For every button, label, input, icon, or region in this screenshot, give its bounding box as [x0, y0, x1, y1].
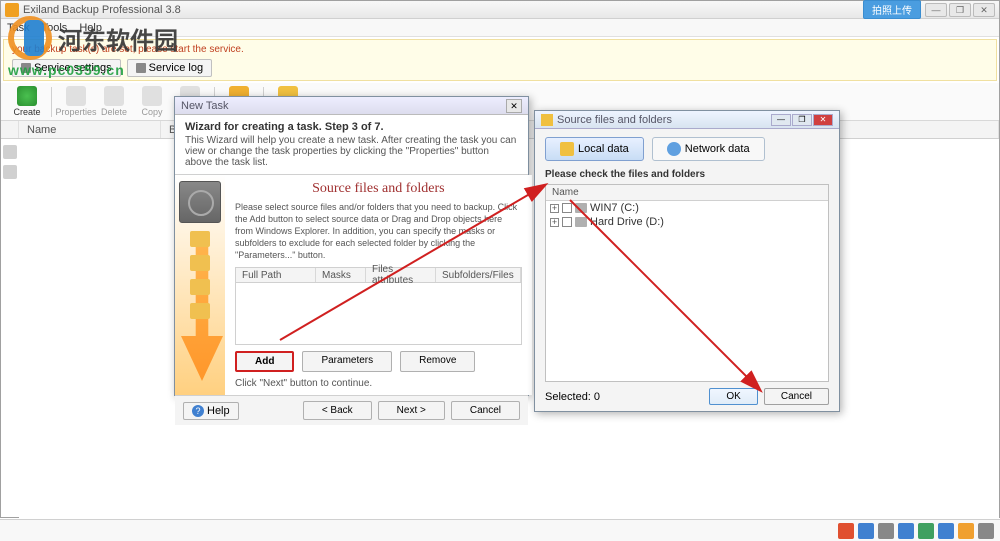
maximize-button[interactable]: ❐: [792, 114, 812, 126]
close-button[interactable]: ✕: [813, 114, 833, 126]
properties-button[interactable]: Properties: [58, 86, 94, 117]
folder-icon: [190, 279, 210, 295]
hint-text: Click "Next" button to continue.: [235, 378, 522, 389]
tray-icon[interactable]: [938, 523, 954, 539]
properties-icon: [66, 86, 86, 106]
copy-button[interactable]: Copy: [134, 86, 170, 117]
network-icon: [667, 142, 681, 156]
drive-icon: [575, 217, 587, 227]
watermark-url: www.pc0359.cn: [8, 62, 178, 78]
col-subfolders[interactable]: Subfolders/Files: [436, 268, 521, 282]
source-files-dialog: Source files and folders — ❐ ✕ Local dat…: [534, 110, 840, 412]
checkbox[interactable]: [562, 203, 572, 213]
wizard-step-desc: This Wizard will help you create a new t…: [185, 135, 518, 168]
drive-label: WIN7 (C:): [590, 202, 639, 214]
wizard-footer: ?Help < Back Next > Cancel: [175, 395, 528, 425]
wizard-header: Wizard for creating a task. Step 3 of 7.…: [175, 115, 528, 175]
upload-button[interactable]: 拍照上传: [863, 0, 921, 19]
folder-icon: [190, 303, 210, 319]
drive-icon: [575, 203, 587, 213]
tree-item-drive-c[interactable]: + WIN7 (C:): [546, 201, 828, 215]
minimize-button[interactable]: —: [771, 114, 791, 126]
tray-icon[interactable]: [958, 523, 974, 539]
sidebar-icon-2[interactable]: [3, 165, 17, 179]
dialog-titlebar: New Task ✕: [175, 97, 528, 115]
dialog-close-button[interactable]: ✕: [506, 99, 522, 113]
selected-count: Selected: 0: [545, 391, 600, 403]
watermark-text: 河东软件园: [58, 21, 178, 56]
col-fullpath[interactable]: Full Path: [236, 268, 316, 282]
tree-item-drive-d[interactable]: + Hard Drive (D:): [546, 215, 828, 229]
minimize-button[interactable]: —: [925, 3, 947, 17]
create-button[interactable]: Create: [9, 86, 45, 117]
folder-icon: [541, 114, 553, 126]
next-button[interactable]: Next >: [378, 401, 445, 420]
checkbox[interactable]: [562, 217, 572, 227]
sidebar-icon-1[interactable]: [3, 145, 17, 159]
drive-label: Hard Drive (D:): [590, 216, 664, 228]
folder-icon: [190, 231, 210, 247]
folder-icon: [190, 255, 210, 271]
back-button[interactable]: < Back: [303, 401, 372, 420]
source-tabs: Local data Network data: [535, 129, 839, 169]
tray-icon[interactable]: [858, 523, 874, 539]
dialog-title: New Task: [181, 100, 506, 112]
tab-local-data[interactable]: Local data: [545, 137, 644, 161]
drive-tree: Name + WIN7 (C:) + Hard Drive (D:): [545, 184, 829, 382]
wizard-step-title: Wizard for creating a task. Step 3 of 7.: [185, 121, 518, 133]
ok-button[interactable]: OK: [709, 388, 757, 405]
app-icon: [5, 3, 19, 17]
delete-icon: [104, 86, 124, 106]
copy-icon: [142, 86, 162, 106]
tray-icon[interactable]: [838, 523, 854, 539]
sidebar: [1, 139, 19, 519]
tray-icon[interactable]: [898, 523, 914, 539]
folder-icon: [560, 142, 574, 156]
parameters-button[interactable]: Parameters: [302, 351, 392, 372]
cancel-button[interactable]: Cancel: [764, 388, 829, 405]
app-title: Exiland Backup Professional 3.8: [23, 4, 863, 16]
plus-icon: [17, 86, 37, 106]
tree-header-name[interactable]: Name: [546, 185, 828, 201]
instruction-text: Please select source files and/or folder…: [235, 201, 522, 261]
check-label: Please check the files and folders: [535, 169, 839, 184]
tray-icon[interactable]: [878, 523, 894, 539]
source-grid-header: Full Path Masks Files attributes Subfold…: [235, 267, 522, 283]
delete-button[interactable]: Delete: [96, 86, 132, 117]
source-dialog-titlebar: Source files and folders — ❐ ✕: [535, 111, 839, 129]
tray-icon[interactable]: [978, 523, 994, 539]
tab-network-data[interactable]: Network data: [652, 137, 765, 161]
safe-icon: [179, 181, 221, 223]
source-dialog-title: Source files and folders: [557, 114, 771, 126]
new-task-dialog: New Task ✕ Wizard for creating a task. S…: [174, 96, 529, 396]
col-masks[interactable]: Masks: [316, 268, 366, 282]
expand-icon[interactable]: +: [550, 218, 559, 227]
remove-button[interactable]: Remove: [400, 351, 475, 372]
tray-icon[interactable]: [918, 523, 934, 539]
source-grid-body[interactable]: [235, 283, 522, 345]
help-button[interactable]: ?Help: [183, 402, 239, 420]
cancel-button[interactable]: Cancel: [451, 401, 520, 420]
col-name[interactable]: Name: [19, 121, 161, 138]
watermark: 河东软件园 www.pc0359.cn: [8, 16, 178, 78]
system-taskbar: [0, 519, 1000, 541]
watermark-logo-icon: [8, 16, 52, 60]
col-attrs[interactable]: Files attributes: [366, 268, 436, 282]
help-icon: ?: [192, 405, 204, 417]
add-button[interactable]: Add: [235, 351, 294, 372]
maximize-button[interactable]: ❐: [949, 3, 971, 17]
close-button[interactable]: ✕: [973, 3, 995, 17]
wizard-sidebar: [175, 175, 225, 395]
source-dialog-footer: Selected: 0 OK Cancel: [535, 382, 839, 411]
expand-icon[interactable]: +: [550, 204, 559, 213]
section-title: Source files and folders: [235, 181, 522, 197]
